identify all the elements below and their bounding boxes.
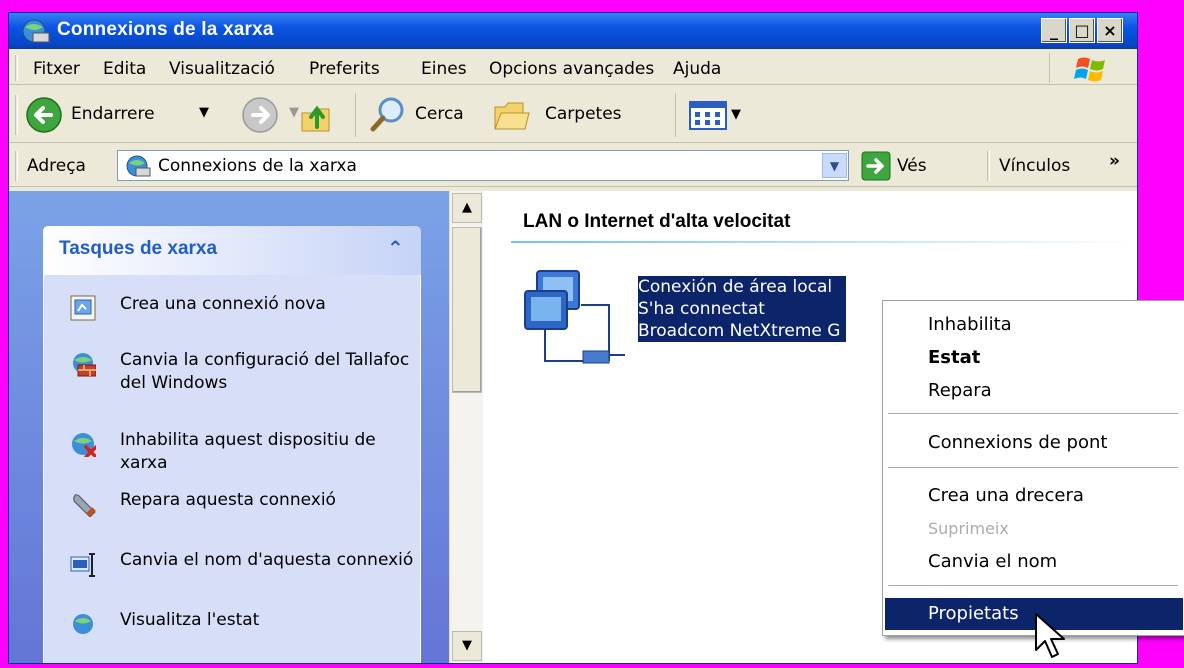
menu-tools[interactable]: Eines (421, 59, 467, 79)
views-button[interactable]: ▼ (685, 99, 751, 133)
up-folder-icon[interactable] (299, 99, 337, 135)
scroll-down-button[interactable]: ▼ (452, 631, 482, 661)
links-grip (987, 151, 990, 181)
menu-favorites[interactable]: Preferits (309, 59, 380, 79)
ctx-bridge-connections[interactable]: Connexions de pont (885, 426, 1183, 460)
windows-logo-area (1049, 53, 1133, 83)
task-new-connection[interactable]: Crea una connexió nova (62, 293, 422, 343)
ctx-separator (888, 413, 1178, 414)
standard-toolbar: Endarrere ▼ ▼ Cerca Carpetes ▼ (9, 87, 1137, 143)
address-input[interactable]: Connexions de la xarxa ▼ (117, 150, 849, 181)
connection-status: S'ha connectat (638, 298, 847, 320)
close-button[interactable]: × (1097, 18, 1123, 43)
windows-logo-icon (1074, 57, 1105, 82)
disable-network-icon (72, 433, 96, 457)
links-chevron-icon[interactable]: » (1109, 151, 1120, 171)
task-label: Inhabilita aquest dispositiu de xarxa (120, 430, 376, 473)
connection-label[interactable]: Conexión de área local S'ha connectat Br… (638, 276, 847, 342)
folders-button[interactable]: Carpetes (493, 95, 667, 135)
task-label: Crea una connexió nova (120, 294, 326, 314)
task-disable-device[interactable]: Inhabilita aquest dispositiu de xarxa (62, 429, 422, 479)
back-label: Endarrere (71, 104, 155, 124)
ctx-status[interactable]: Estat (885, 341, 1183, 375)
search-label: Cerca (415, 104, 464, 124)
new-connection-icon (70, 295, 96, 321)
links-label[interactable]: Vínculos (999, 156, 1070, 176)
ctx-separator (888, 585, 1178, 586)
task-label: Visualitza l'estat (120, 610, 260, 630)
ctx-repair[interactable]: Repara (885, 374, 1183, 408)
toolbar-grip (15, 95, 18, 135)
context-menu: Inhabilita Estat Repara Connexions de po… (882, 300, 1184, 636)
menu-file[interactable]: Fitxer (33, 59, 80, 79)
back-arrow-icon (26, 97, 62, 133)
folders-icon (494, 102, 530, 130)
task-repair-connection[interactable]: Repara aquesta connexió (62, 489, 422, 539)
minimize-button[interactable]: _ (1041, 18, 1067, 43)
rename-icon (70, 553, 95, 577)
scroll-thumb[interactable] (452, 227, 482, 393)
back-button[interactable]: Endarrere ▼ (25, 95, 225, 135)
mouse-pointer-icon (1035, 613, 1065, 658)
connection-device: Broadcom NetXtreme G (638, 320, 847, 342)
toolbar-separator-2 (675, 93, 676, 137)
forward-arrow-icon (242, 97, 278, 133)
search-icon (370, 97, 404, 132)
status-icon (73, 614, 93, 634)
views-icon (689, 101, 727, 130)
title-bar[interactable]: Connexions de la xarxa _ □ × (9, 13, 1137, 49)
connection-name: Conexión de área local (638, 276, 847, 298)
search-button[interactable]: Cerca (369, 95, 485, 135)
vertical-scrollbar[interactable]: ▲ ▼ (449, 191, 483, 663)
network-tasks-header[interactable]: Tasques de xarxa ⌃ (43, 226, 421, 275)
menu-advanced-options[interactable]: Opcions avançades (489, 59, 654, 79)
go-button[interactable]: Vés (861, 149, 951, 183)
toolbar-separator (355, 93, 356, 137)
task-label: Canvia la configuració del Tallafoc del … (120, 350, 410, 393)
address-value: Connexions de la xarxa (158, 156, 357, 176)
ctx-delete: Suprimeix (928, 519, 1009, 538)
collapse-chevron-icon[interactable]: ⌃ (387, 236, 404, 260)
menu-view[interactable]: Visualització (169, 59, 275, 79)
network-tasks-title: Tasques de xarxa (59, 238, 218, 259)
task-view-status[interactable]: Visualitza l'estat (62, 609, 422, 639)
ctx-separator (888, 467, 1178, 468)
menu-bar: Fitxer Edita Visualització Preferits Ein… (9, 51, 1137, 85)
forward-dropdown-icon[interactable]: ▼ (289, 105, 299, 120)
group-header-underline (511, 241, 1137, 243)
task-firewall-settings[interactable]: Canvia la configuració del Tallafoc del … (62, 349, 422, 423)
menu-help[interactable]: Ajuda (673, 59, 721, 79)
menu-grip (15, 55, 18, 81)
group-header-lan: LAN o Internet d'alta velocitat (523, 211, 791, 232)
task-pane: Tasques de xarxa ⌃ Crea una connexió nov… (9, 191, 449, 663)
task-label: Canvia el nom d'aquesta connexió (120, 550, 414, 570)
folders-label: Carpetes (545, 104, 622, 124)
window-title: Connexions de la xarxa (57, 19, 274, 40)
address-label: Adreça (27, 156, 86, 176)
task-label: Repara aquesta connexió (120, 490, 336, 510)
go-label: Vés (897, 156, 927, 176)
network-connections-icon (22, 19, 50, 43)
ctx-rename[interactable]: Canvia el nom (885, 545, 1183, 579)
ctx-create-shortcut[interactable]: Crea una drecera (885, 479, 1183, 513)
scroll-up-button[interactable]: ▲ (452, 193, 482, 223)
address-dropdown-button[interactable]: ▼ (822, 153, 847, 178)
network-folder-icon (126, 155, 151, 177)
address-bar: Adreça Connexions de la xarxa ▼ Vés Vínc… (9, 145, 1137, 187)
menu-edit[interactable]: Edita (103, 59, 146, 79)
views-dropdown-icon[interactable]: ▼ (731, 107, 741, 122)
ctx-disable[interactable]: Inhabilita (885, 308, 1183, 342)
maximize-button[interactable]: □ (1069, 18, 1095, 43)
firewall-icon (73, 353, 96, 377)
network-tasks-list: Crea una connexió nova Canvia la configu… (43, 275, 422, 663)
wrench-icon (73, 494, 96, 517)
lan-connection-icon[interactable] (515, 265, 635, 375)
back-dropdown-icon[interactable]: ▼ (199, 105, 209, 120)
task-rename-connection[interactable]: Canvia el nom d'aquesta connexió (62, 549, 422, 599)
go-arrow-icon (861, 151, 891, 181)
address-grip (15, 151, 18, 181)
